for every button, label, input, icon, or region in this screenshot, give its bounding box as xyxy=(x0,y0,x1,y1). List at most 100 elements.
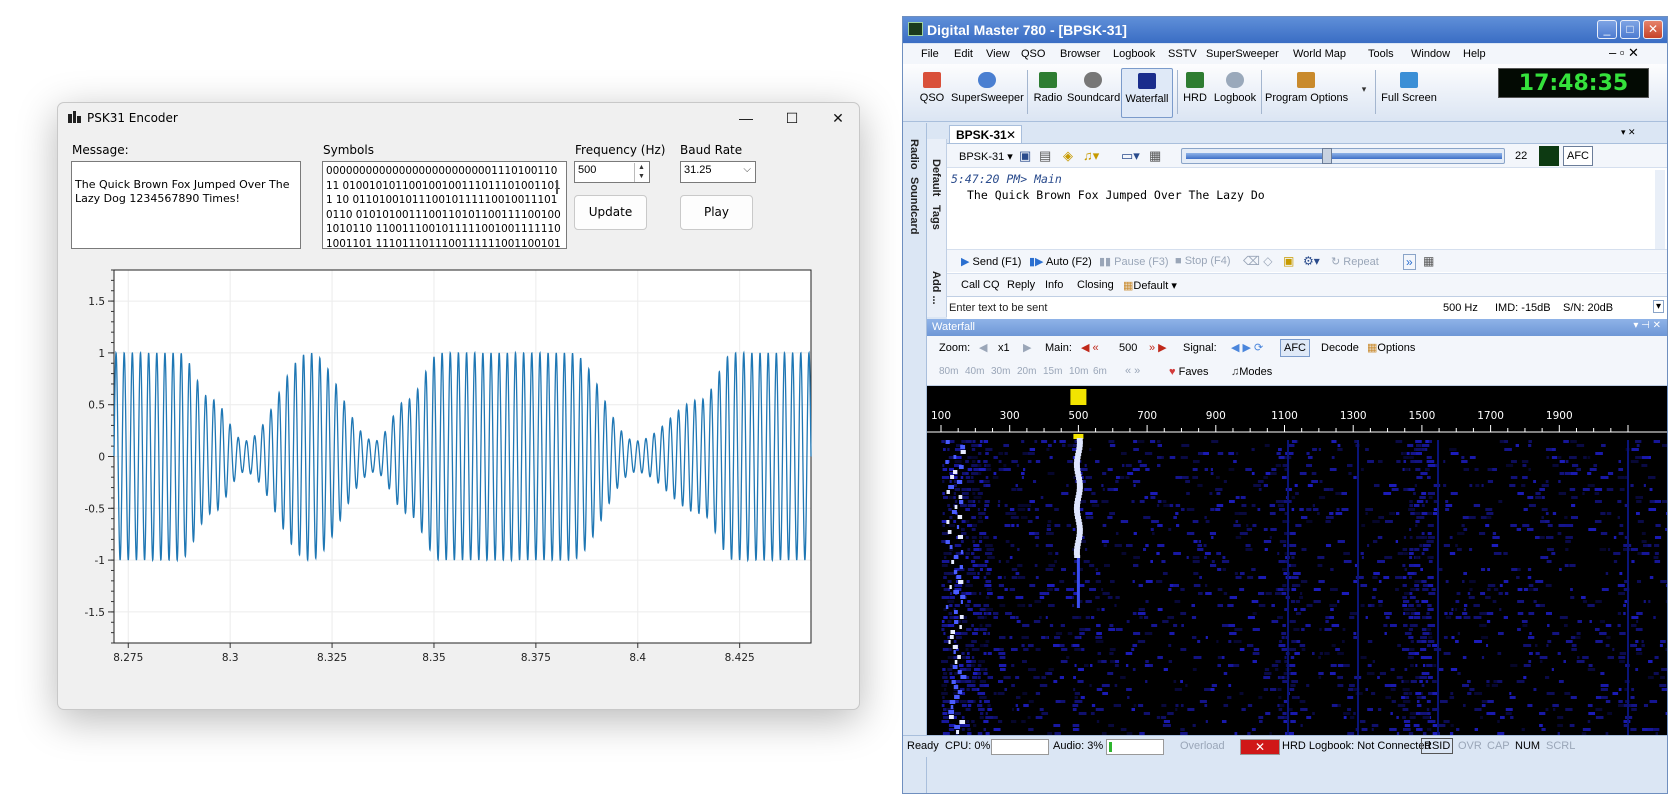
menu-help[interactable]: Help xyxy=(1463,48,1486,60)
toolbar-overflow-icon[interactable]: ▾ xyxy=(1359,84,1369,134)
menu-tools[interactable]: Tools xyxy=(1368,48,1394,60)
side-tab-add[interactable]: Add ... xyxy=(930,271,942,305)
tx-properties-icon[interactable]: ▦ xyxy=(1423,254,1434,268)
main-step-right-icon[interactable]: » ▶ xyxy=(1149,341,1167,354)
menu-qso[interactable]: QSO xyxy=(1021,48,1045,60)
faves-button[interactable]: ♥ Faves xyxy=(1169,366,1209,378)
zoom-in-arrow-icon[interactable]: ▶ xyxy=(1023,341,1031,354)
macro-closing[interactable]: Closing xyxy=(1077,279,1114,291)
eraser-icon[interactable]: ◈ xyxy=(1063,148,1073,164)
menu-edit[interactable]: Edit xyxy=(954,48,973,60)
tx-dropdown-icon[interactable]: ▾ xyxy=(1653,300,1665,313)
close-button[interactable]: ✕ xyxy=(1643,20,1663,39)
toolbar-radio-button[interactable]: Radio xyxy=(1031,68,1065,118)
clear-icon[interactable]: ⌫ ◇ xyxy=(1243,254,1273,268)
waterfall-noise xyxy=(1595,640,1603,643)
document-tab-bpsk31[interactable]: BPSK-31 ✕ xyxy=(949,125,1022,144)
waterfall-pane-buttons[interactable]: ▾ ⊣ ✕ xyxy=(1633,320,1661,331)
menu-supersweeper[interactable]: SuperSweeper xyxy=(1206,48,1279,60)
band-40m[interactable]: 40m xyxy=(965,366,984,377)
waterfall-noise xyxy=(1022,692,1028,695)
side-tab-default[interactable]: Default xyxy=(930,159,942,196)
stop-button[interactable]: ■ Stop (F4) xyxy=(1175,255,1231,267)
menu-view[interactable]: View xyxy=(986,48,1010,60)
toolbar-program-options-button[interactable]: Program Options xyxy=(1265,68,1348,118)
toolbar-logbook-button[interactable]: Logbook xyxy=(1213,68,1257,118)
waterfall-noise xyxy=(1426,700,1431,703)
side-tab-tags[interactable]: Tags xyxy=(930,205,942,230)
menu-window[interactable]: Window xyxy=(1411,48,1450,60)
waterfall-afc-button[interactable]: AFC xyxy=(1280,339,1310,357)
band-20m[interactable]: 20m xyxy=(1017,366,1036,377)
side-tab-soundcard[interactable]: Soundcard xyxy=(908,177,920,234)
properties-icon[interactable]: ▦ xyxy=(1149,148,1161,164)
signal-nav-icon[interactable]: ◀ ▶ ⟳ xyxy=(1231,341,1263,354)
menu-logbook[interactable]: Logbook xyxy=(1113,48,1155,60)
waterfall-noise xyxy=(1409,592,1413,595)
waterfall-spectrogram[interactable]: 100 300 500 700 900 1100 1300 1500 1700 1900 xyxy=(927,386,1667,735)
hrd-disconnected-icon: ✕ xyxy=(1240,739,1280,755)
band-80m[interactable]: 80m xyxy=(939,366,958,377)
slider-thumb[interactable] xyxy=(1322,148,1332,164)
toolbar-full-screen-button[interactable]: Full Screen xyxy=(1381,68,1437,118)
rx-scrollbar[interactable] xyxy=(1655,170,1665,256)
modes-button[interactable]: ♫Modes xyxy=(1231,366,1272,378)
toolbar-waterfall-button[interactable]: Waterfall xyxy=(1121,68,1173,118)
waterfall-noise xyxy=(1084,464,1087,467)
band-10m[interactable]: 10m xyxy=(1069,366,1088,377)
level-slider[interactable] xyxy=(1181,148,1505,164)
decode-button[interactable]: Decode xyxy=(1321,342,1359,354)
menu-file[interactable]: File xyxy=(921,48,939,60)
waterfall-noise xyxy=(1095,636,1103,639)
print-preview-icon[interactable]: ▤ xyxy=(1039,148,1051,164)
waterfall-display[interactable]: 100 300 500 700 900 1100 1300 1500 1700 1900 xyxy=(927,386,1667,735)
band-15m[interactable]: 15m xyxy=(1043,366,1062,377)
afc-button[interactable]: AFC xyxy=(1563,146,1593,166)
macro-default-menu[interactable]: ▦Default ▾ xyxy=(1123,279,1177,292)
waterfall-noise xyxy=(1163,720,1171,723)
menu-sstv[interactable]: SSTV xyxy=(1168,48,1197,60)
alarm-bell-icon[interactable]: ♫▾ xyxy=(1083,148,1099,164)
menu-browser[interactable]: Browser xyxy=(1060,48,1100,60)
rx-marker-icon[interactable] xyxy=(1070,389,1087,405)
lock-icon[interactable]: ▣ xyxy=(1283,254,1294,268)
toolbar-supersweeper-button[interactable]: SuperSweeper xyxy=(951,68,1024,118)
mode-select[interactable]: BPSK-31 ▾ xyxy=(959,150,1013,163)
zoom-out-arrow-icon[interactable]: ◀ xyxy=(979,341,987,354)
repeat-button[interactable]: ↻ Repeat xyxy=(1331,255,1379,268)
toolbar-qso-button[interactable]: QSO xyxy=(917,68,947,118)
toolbar-soundcard-button[interactable]: Soundcard xyxy=(1067,68,1120,118)
band-30m[interactable]: 30m xyxy=(991,366,1010,377)
tab-list-chevron-icon[interactable]: ▾ ✕ xyxy=(1621,127,1636,138)
minimize-button[interactable]: _ xyxy=(1597,20,1617,39)
waterfall-noise xyxy=(1281,632,1287,635)
main-step-left-icon[interactable]: ◀ « xyxy=(1081,341,1099,354)
expand-icon[interactable]: » xyxy=(1403,254,1416,270)
waterfall-noise xyxy=(1343,716,1347,719)
status-rsid[interactable]: RSID xyxy=(1421,738,1454,754)
close-tab-icon[interactable]: ✕ xyxy=(1006,128,1016,142)
waterfall-noise xyxy=(1618,688,1622,691)
menu-world-map[interactable]: World Map xyxy=(1293,48,1346,60)
layout-icon[interactable]: ▭▾ xyxy=(1121,148,1140,164)
waterfall-noise xyxy=(1637,520,1644,523)
macro-info[interactable]: Info xyxy=(1045,279,1063,291)
macro-settings-icon[interactable]: ⚙▾ xyxy=(1303,254,1320,268)
tx-input[interactable]: Enter text to be sent xyxy=(949,302,1047,314)
send-button[interactable]: ▶ Send (F1) xyxy=(961,255,1021,268)
maximize-button[interactable]: □ xyxy=(1620,20,1640,39)
waterfall-noise xyxy=(999,648,1004,651)
band-6m[interactable]: 6m xyxy=(1093,366,1107,377)
save-icon[interactable]: ▣ xyxy=(1019,148,1031,164)
side-tab-radio[interactable]: Radio xyxy=(908,139,920,170)
waterfall-noise xyxy=(1468,596,1475,599)
macro-reply[interactable]: Reply xyxy=(1007,279,1035,291)
toolbar-hrd-button[interactable]: HRD xyxy=(1181,68,1209,118)
mdi-window-buttons[interactable]: – ▫ ✕ xyxy=(1609,45,1639,61)
auto-button[interactable]: ▮▶ Auto (F2) xyxy=(1029,255,1092,268)
macro-call-cq[interactable]: Call CQ xyxy=(961,279,1000,291)
signal-trace xyxy=(1076,486,1083,489)
pause-button[interactable]: ▮▮ Pause (F3) xyxy=(1099,255,1169,268)
options-button[interactable]: ▦Options xyxy=(1367,341,1415,354)
band-nav-icon[interactable]: « » xyxy=(1125,365,1140,377)
